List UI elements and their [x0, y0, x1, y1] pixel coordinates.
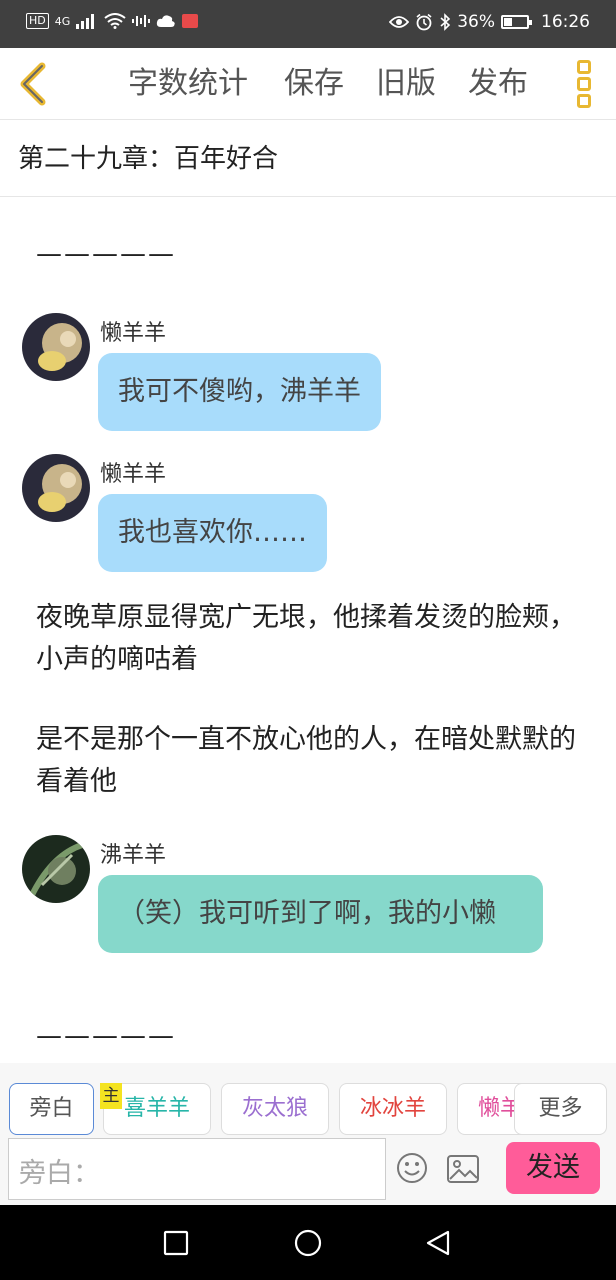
character-avatar-icon [22, 835, 90, 903]
character-chip-huitailang[interactable]: 灰太狼 [221, 1083, 329, 1135]
status-bar: HD 4G 36% 16:26 [0, 0, 616, 48]
story-content[interactable]: ————— 懒羊羊 我可不傻哟，沸羊羊 懒羊羊 我也喜欢你…… 夜晚草原显得宽广… [0, 197, 616, 1063]
status-left: HD 4G [26, 13, 199, 29]
character-chip-label: 旁白 [29, 1096, 74, 1121]
more-dot-icon [577, 77, 591, 91]
alarm-icon [416, 13, 432, 31]
chat-message[interactable]: 懒羊羊 我也喜欢你…… [22, 454, 582, 574]
avatar[interactable] [22, 313, 90, 381]
back-button[interactable] [14, 62, 54, 106]
eye-icon [389, 16, 410, 28]
more-characters-button[interactable]: 更多 [514, 1083, 607, 1135]
sender-name: 懒羊羊 [100, 321, 167, 346]
emoji-button[interactable] [396, 1152, 428, 1184]
character-avatar-icon [22, 454, 90, 522]
image-icon [447, 1155, 479, 1183]
scene-separator: ————— [36, 1021, 176, 1051]
more-menu-button[interactable] [574, 58, 594, 110]
back-nav-button[interactable] [422, 1227, 454, 1259]
character-chip-narrator[interactable]: 旁白 [9, 1083, 94, 1135]
main-character-badge: 主 [100, 1083, 122, 1109]
sender-name: 懒羊羊 [100, 462, 167, 487]
save-button[interactable]: 保存 [284, 66, 344, 102]
signal-text: 4G [54, 14, 71, 28]
chat-bubble[interactable]: （笑）我可听到了啊，我的小懒 [98, 875, 543, 953]
character-chip-bingbingyang[interactable]: 冰冰羊 [339, 1083, 447, 1135]
battery-percent: 36% [457, 12, 495, 32]
system-nav-bar [0, 1205, 616, 1280]
home-button[interactable] [292, 1227, 324, 1259]
scene-separator: ————— [36, 239, 176, 269]
chapter-title[interactable]: 第二十九章：百年好合 [18, 138, 278, 175]
battery-icon [501, 15, 532, 29]
signal-icon [76, 14, 95, 29]
word-count-button[interactable]: 字数统计 [128, 66, 248, 102]
character-chip-label: 冰冰羊 [359, 1096, 426, 1121]
send-button[interactable]: 发送 [506, 1142, 600, 1194]
chevron-left-icon [20, 62, 46, 106]
narration-paragraph[interactable]: 是不是那个一直不放心他的人，在暗处默默的看着他 [36, 719, 592, 803]
publish-button[interactable]: 发布 [468, 66, 528, 102]
bluetooth-icon [440, 13, 451, 31]
hd-badge: HD [26, 13, 49, 29]
avatar[interactable] [22, 835, 90, 903]
old-version-button[interactable]: 旧版 [376, 66, 436, 102]
character-avatar-icon [22, 313, 90, 381]
more-dot-icon [577, 60, 591, 74]
editor-toolbar: 字数统计 保存 旧版 发布 [0, 48, 616, 120]
chat-message[interactable]: 懒羊羊 我可不傻哟，沸羊羊 [22, 313, 582, 433]
input-bar: 旁白： 发送 [0, 1135, 616, 1205]
status-right: 36% 16:26 [389, 12, 590, 32]
recent-apps-button[interactable] [160, 1227, 192, 1259]
emoji-icon [397, 1153, 427, 1183]
clock: 16:26 [541, 12, 590, 32]
character-chip-label: 喜羊羊 [123, 1096, 190, 1121]
message-input[interactable]: 旁白： [8, 1138, 386, 1200]
sender-name: 沸羊羊 [100, 843, 167, 868]
notification-app-icon [182, 14, 199, 28]
wifi-icon [104, 13, 126, 29]
character-chip-label: 灰太狼 [241, 1096, 308, 1121]
avatar[interactable] [22, 454, 90, 522]
image-button[interactable] [446, 1154, 480, 1184]
chat-bubble[interactable]: 我可不傻哟，沸羊羊 [98, 353, 381, 431]
chat-bubble[interactable]: 我也喜欢你…… [98, 494, 327, 572]
circle-icon [294, 1229, 322, 1257]
sound-wave-icon [132, 15, 151, 27]
character-selector: 旁白 喜羊羊 主 灰太狼 冰冰羊 懒羊羊 更多 [0, 1063, 616, 1135]
narration-paragraph[interactable]: 夜晚草原显得宽广无垠，他揉着发烫的脸颊，小声的嘀咕着 [36, 597, 592, 681]
triangle-back-icon [426, 1230, 450, 1256]
chat-message[interactable]: 沸羊羊 （笑）我可听到了啊，我的小懒 [22, 835, 582, 995]
square-icon [163, 1230, 189, 1256]
cloud-icon [157, 15, 175, 27]
more-dot-icon [577, 94, 591, 108]
